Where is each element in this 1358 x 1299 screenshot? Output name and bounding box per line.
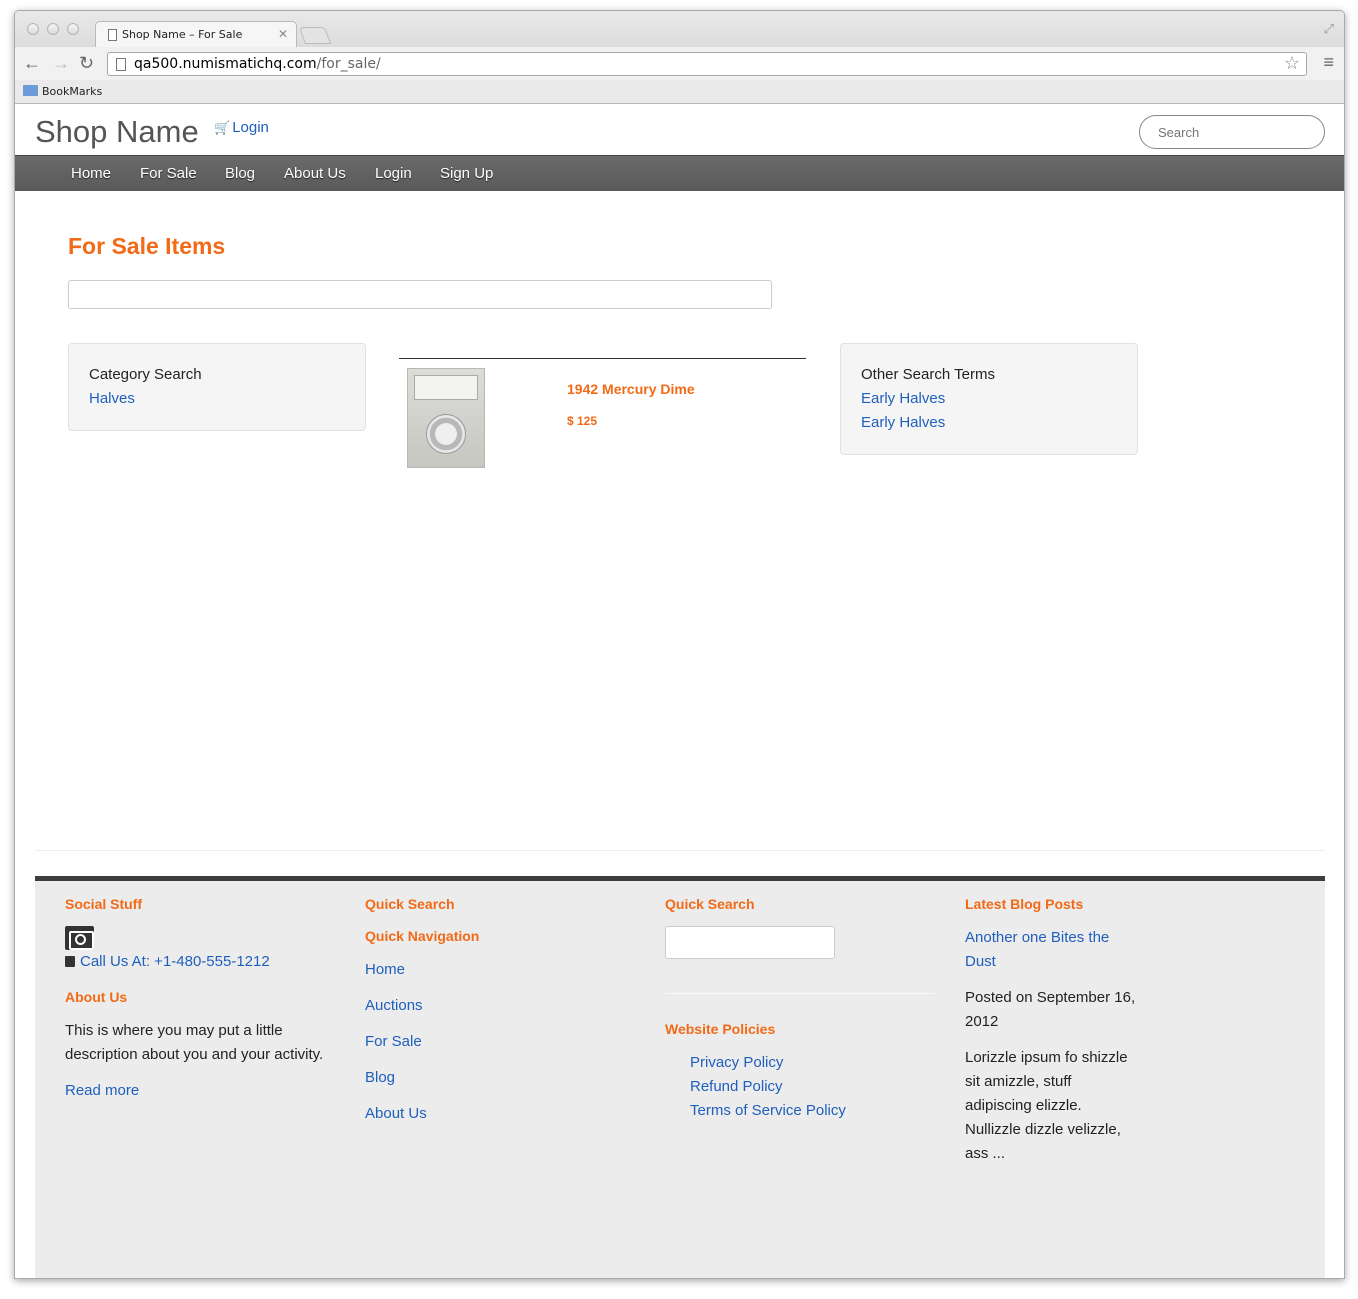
nav-about-us[interactable]: About Us — [284, 165, 346, 182]
minimize-window-button[interactable] — [47, 23, 59, 35]
phone-link[interactable]: Call Us At: +1-480-555-1212 — [65, 953, 270, 970]
latest-blog-posts-heading: Latest Blog Posts — [965, 896, 1084, 912]
category-search-title: Category Search — [89, 366, 202, 383]
other-search-link[interactable]: Early Halves — [861, 390, 945, 407]
footer-nav-for-sale[interactable]: For Sale — [365, 1033, 422, 1050]
about-text-line: This is where you may put a little — [65, 1022, 283, 1039]
browser-window: Shop Name – For Sale ✕ ⤢ ← → ↻ qa500.num… — [14, 10, 1345, 1279]
tab-strip: Shop Name – For Sale ✕ ⤢ — [15, 11, 1344, 47]
reload-icon[interactable]: ↻ — [79, 53, 94, 74]
folder-icon — [23, 85, 38, 96]
footer-nav-home[interactable]: Home — [365, 961, 405, 978]
zoom-window-button[interactable] — [67, 23, 79, 35]
blog-excerpt-line: ass ... — [965, 1145, 1006, 1162]
fullscreen-icon[interactable]: ⤢ — [1324, 21, 1334, 37]
forward-icon[interactable]: → — [52, 53, 70, 74]
blog-excerpt-line: Lorizzle ipsum fo shizzle — [965, 1049, 1128, 1066]
blog-post-date-line: Posted on September 16, — [965, 989, 1136, 1006]
coin-image[interactable] — [407, 368, 485, 468]
nav-blog[interactable]: Blog — [225, 165, 255, 182]
tab-title: Shop Name – For Sale — [122, 28, 243, 41]
page-icon — [116, 58, 126, 71]
about-heading: About Us — [65, 989, 128, 1005]
footer-search-input[interactable] — [665, 926, 835, 959]
browser-toolbar: ← → ↻ qa500.numismatichq.com/for_sale/ ☆… — [15, 47, 1344, 80]
url-path: /for_sale/ — [316, 56, 381, 72]
phone-label: Call Us At: +1-480-555-1212 — [80, 953, 270, 970]
nav-home[interactable]: Home — [71, 165, 111, 182]
blog-excerpt-line: adipiscing elizzle. — [965, 1097, 1082, 1114]
close-window-button[interactable] — [27, 23, 39, 35]
camera-icon[interactable] — [65, 926, 94, 950]
social-heading: Social Stuff — [65, 896, 143, 912]
url-host: qa500.numismatichq.com — [134, 56, 317, 72]
blog-post-date-line: 2012 — [965, 1013, 999, 1030]
blog-excerpt-line: sit amizzle, stuff — [965, 1073, 1072, 1090]
phone-icon — [65, 956, 75, 967]
new-tab-button[interactable] — [298, 27, 332, 44]
footer-divider — [665, 993, 935, 994]
footer-separator — [35, 850, 1325, 851]
coin-icon — [426, 414, 466, 454]
cart-login-label: Login — [232, 119, 269, 136]
other-search-panel: Other Search Terms Early Halves Early Ha… — [840, 343, 1138, 455]
refund-policy-link[interactable]: Refund Policy — [690, 1078, 783, 1095]
other-search-link[interactable]: Early Halves — [861, 414, 945, 431]
web-page: Shop Name 🛒Login Home For Sale Blog Abou… — [15, 105, 1344, 1278]
address-bar[interactable]: qa500.numismatichq.com/for_sale/ ☆ — [107, 52, 1307, 76]
menu-icon[interactable]: ≡ — [1323, 52, 1334, 73]
read-more-link[interactable]: Read more — [65, 1082, 139, 1099]
bookmark-star-icon[interactable]: ☆ — [1284, 53, 1300, 74]
divider — [399, 358, 806, 359]
footer-nav-about-us[interactable]: About Us — [365, 1105, 427, 1122]
item-price: $ 125 — [567, 414, 598, 428]
quick-search-heading: Quick Search — [665, 896, 755, 912]
privacy-policy-link[interactable]: Privacy Policy — [690, 1054, 783, 1071]
footer-nav-auctions[interactable]: Auctions — [365, 997, 423, 1014]
about-text-line: description about you and your activity. — [65, 1046, 324, 1063]
terms-of-service-link[interactable]: Terms of Service Policy — [690, 1102, 846, 1119]
category-link-halves[interactable]: Halves — [89, 390, 135, 407]
search-input[interactable] — [1139, 115, 1325, 149]
quick-search-heading: Quick Search — [365, 896, 455, 912]
browser-tab[interactable]: Shop Name – For Sale ✕ — [95, 21, 297, 47]
slab-label — [414, 375, 478, 400]
blog-post-title-line[interactable]: Dust — [965, 953, 996, 970]
blog-post-title-line[interactable]: Another one Bites the — [965, 929, 1109, 946]
item-name[interactable]: 1942 Mercury Dime — [567, 381, 695, 397]
cart-icon: 🛒 — [214, 120, 231, 135]
other-search-title: Other Search Terms — [861, 366, 995, 383]
brand-title[interactable]: Shop Name — [35, 114, 199, 150]
url-text: qa500.numismatichq.com/for_sale/ — [134, 56, 381, 72]
filter-input[interactable] — [68, 280, 772, 309]
main-navbar: Home For Sale Blog About Us Login Sign U… — [15, 155, 1344, 191]
bookmarks-bar: BookMarks — [15, 80, 1344, 104]
website-policies-heading: Website Policies — [665, 1021, 776, 1037]
footer: Social Stuff Call Us At: +1-480-555-1212… — [35, 876, 1325, 1278]
page-title: For Sale Items — [68, 233, 226, 259]
nav-for-sale[interactable]: For Sale — [140, 165, 197, 182]
bookmark-folder[interactable]: BookMarks — [42, 85, 102, 98]
close-tab-icon[interactable]: ✕ — [278, 27, 288, 41]
back-icon[interactable]: ← — [23, 53, 41, 74]
quick-navigation-heading: Quick Navigation — [365, 928, 480, 944]
nav-login[interactable]: Login — [375, 165, 412, 182]
footer-nav-blog[interactable]: Blog — [365, 1069, 395, 1086]
nav-sign-up[interactable]: Sign Up — [440, 165, 493, 182]
blog-excerpt-line: Nullizzle dizzle velizzle, — [965, 1121, 1121, 1138]
cart-login-link[interactable]: 🛒 Login — [214, 119, 269, 136]
category-search-panel: Category Search Halves — [68, 343, 366, 431]
page-icon — [108, 29, 117, 41]
